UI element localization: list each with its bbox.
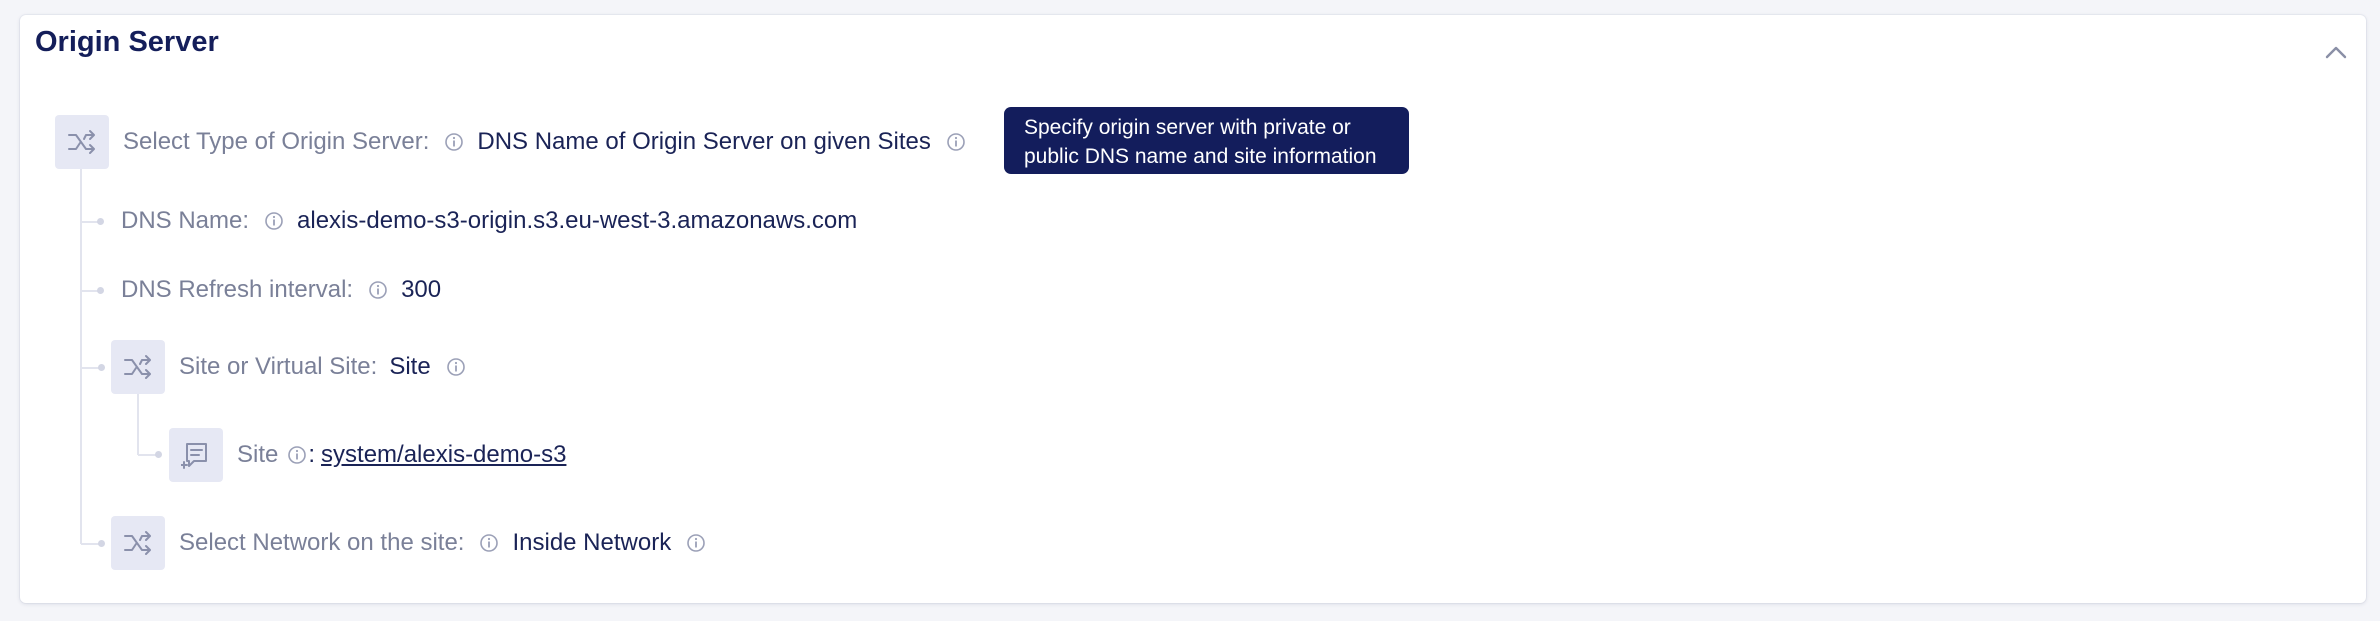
site-object-tile[interactable] [169, 428, 223, 482]
info-icon[interactable] [286, 444, 308, 466]
switch-icon [68, 130, 95, 154]
site-type-switch-tile[interactable] [111, 340, 165, 394]
info-icon[interactable] [443, 131, 465, 153]
tree-line-sub [137, 394, 139, 455]
network-switch-tile[interactable] [111, 516, 165, 570]
tree-dot [97, 218, 104, 225]
info-icon[interactable] [478, 532, 500, 554]
site-type-row: Site or Virtual Site: Site [111, 340, 467, 394]
origin-type-row: Select Type of Origin Server: DNS Name o… [55, 115, 967, 169]
site-colon: : [308, 441, 316, 468]
info-icon[interactable] [445, 356, 467, 378]
info-icon[interactable] [685, 532, 707, 554]
dns-refresh-value: 300 [401, 276, 442, 303]
tree-dot [98, 364, 105, 371]
switch-icon [124, 531, 151, 555]
network-value: Inside Network [512, 529, 672, 556]
info-icon[interactable] [263, 210, 285, 232]
origin-server-card [20, 15, 2366, 603]
site-row: Site : system/alexis-demo-s3 [169, 428, 566, 482]
dns-refresh-label: DNS Refresh interval: [121, 276, 354, 303]
info-icon[interactable] [945, 131, 967, 153]
chevron-up-icon [2325, 46, 2347, 59]
info-tooltip: Specify origin server with private or pu… [1004, 107, 1409, 174]
dns-name-row: DNS Name: alexis-demo-s3-origin.s3.eu-we… [121, 206, 857, 236]
tree-dot [98, 540, 105, 547]
dns-name-label: DNS Name: [121, 207, 250, 234]
tree-dot [155, 451, 162, 458]
site-type-value: Site [389, 353, 431, 380]
origin-type-value: DNS Name of Origin Server on given Sites [477, 128, 931, 155]
origin-type-label: Select Type of Origin Server: [123, 128, 430, 155]
site-link[interactable]: system/alexis-demo-s3 [321, 441, 566, 469]
tree-dot [97, 287, 104, 294]
origin-type-switch-tile[interactable] [55, 115, 109, 169]
site-type-label: Site or Virtual Site: [179, 353, 378, 380]
site-label: Site [237, 441, 279, 468]
switch-icon [124, 355, 151, 379]
collapse-button[interactable] [2320, 36, 2352, 68]
tree-line-main [80, 169, 82, 544]
tooltip-line-2: public DNS name and site information [1024, 145, 1377, 168]
dns-refresh-row: DNS Refresh interval: 300 [121, 275, 441, 305]
network-row: Select Network on the site: Inside Netwo… [111, 516, 707, 570]
site-object-icon [181, 443, 207, 469]
info-icon[interactable] [367, 279, 389, 301]
tooltip-line-1: Specify origin server with private or [1024, 116, 1351, 139]
section-title: Origin Server [35, 26, 219, 58]
network-label: Select Network on the site: [179, 529, 465, 556]
dns-name-value: alexis-demo-s3-origin.s3.eu-west-3.amazo… [297, 207, 858, 234]
